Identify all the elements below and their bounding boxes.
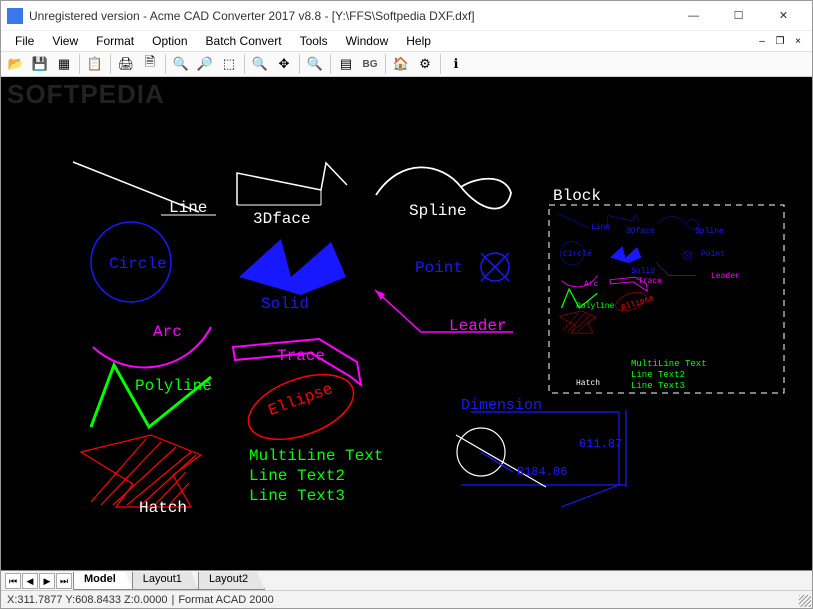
tab-nav-last[interactable]: ⏭ [56, 573, 72, 589]
menu-format[interactable]: Format [88, 33, 142, 49]
mini-label-mtext2: Line Text2 [631, 370, 685, 380]
magnifier-button[interactable]: 🔍 [304, 53, 326, 75]
status-format: Format ACAD 2000 [178, 594, 273, 606]
mini-label-solid: Solid [631, 267, 655, 276]
label-dimension: Dimension [461, 397, 542, 414]
label-hatch: Hatch [139, 499, 187, 517]
label-trace: Trace [277, 347, 325, 365]
mini-label-leader: Leader [711, 272, 740, 281]
label-dim-value: 611.87 [579, 437, 622, 451]
mini-label-mtext1: MultiLine Text [631, 359, 707, 369]
doc-close-button[interactable]: × [790, 34, 806, 48]
mini-label-polyline: Polyline [576, 302, 614, 311]
sheet-tab-bar: ⏮ ◀ ▶ ⏭ Model Layout1 Layout2 [1, 570, 812, 590]
menu-batch-convert[interactable]: Batch Convert [198, 33, 290, 49]
mini-label-circle: Circle [563, 250, 592, 259]
menu-window[interactable]: Window [338, 33, 397, 49]
label-mtext3: Line Text3 [249, 487, 345, 505]
label-line: Line [169, 199, 207, 217]
info-button[interactable]: ℹ [445, 53, 467, 75]
save-button[interactable]: 💾 [29, 53, 51, 75]
copy-button[interactable]: 📋 [84, 53, 106, 75]
mini-label-line: Line [591, 223, 610, 232]
zoom-window-button[interactable]: ⬚ [218, 53, 240, 75]
close-button[interactable]: ✕ [761, 2, 806, 30]
label-block: Block [553, 187, 601, 205]
label-dim-radius: R184.06 [517, 465, 567, 479]
mini-label-trace: Trace [638, 277, 662, 286]
label-circle: Circle [109, 255, 167, 273]
titlebar: Unregistered version - Acme CAD Converte… [1, 1, 812, 31]
batch-button[interactable]: ▦ [53, 53, 75, 75]
tab-nav-prev[interactable]: ◀ [22, 573, 38, 589]
doc-restore-button[interactable]: ❐ [772, 34, 788, 48]
mini-label-arc: Arc [584, 280, 598, 289]
mini-label-mtext3: Line Text3 [631, 381, 685, 391]
zoom-out-button[interactable]: 🔎 [194, 53, 216, 75]
pan-button[interactable]: ✥ [273, 53, 295, 75]
mini-label-point: Point [701, 250, 725, 259]
tab-layout2[interactable]: Layout2 [198, 572, 265, 590]
tab-nav-next[interactable]: ▶ [39, 573, 55, 589]
tab-nav-first[interactable]: ⏮ [5, 573, 21, 589]
zoom-extents-button[interactable]: 🔍 [249, 53, 271, 75]
tab-model[interactable]: Model [73, 572, 133, 590]
menu-help[interactable]: Help [398, 33, 439, 49]
mini-label-hatch: Hatch [576, 379, 600, 388]
status-bar: X:311.7877 Y:608.8433 Z:0.0000 | Format … [1, 590, 812, 608]
label-mtext2: Line Text2 [249, 467, 345, 485]
menu-tools[interactable]: Tools [292, 33, 336, 49]
menubar: File View Format Option Batch Convert To… [1, 31, 812, 51]
tab-layout1[interactable]: Layout1 [132, 572, 199, 590]
doc-minimize-button[interactable]: – [754, 34, 770, 48]
label-mtext1: MultiLine Text [249, 447, 383, 465]
label-3dface: 3Dface [253, 210, 311, 228]
label-leader: Leader [449, 317, 507, 335]
home-button[interactable]: 🏠 [390, 53, 412, 75]
label-point: Point [415, 259, 463, 277]
drawing-canvas[interactable]: SOFTPEDIA [1, 77, 812, 570]
label-spline: Spline [409, 202, 467, 220]
maximize-button[interactable]: ☐ [716, 2, 761, 30]
window-title: Unregistered version - Acme CAD Converte… [29, 9, 671, 23]
mini-label-spline: Spline [695, 227, 724, 236]
menu-view[interactable]: View [44, 33, 86, 49]
print-preview-button[interactable]: 🗎 [139, 53, 161, 75]
menu-file[interactable]: File [7, 33, 42, 49]
app-icon [7, 8, 23, 24]
zoom-in-button[interactable]: 🔍 [170, 53, 192, 75]
status-coords: X:311.7877 Y:608.8433 Z:0.0000 [7, 594, 167, 606]
label-polyline: Polyline [135, 377, 212, 395]
resize-grip[interactable] [799, 595, 811, 607]
open-button[interactable]: 📂 [5, 53, 27, 75]
background-button[interactable]: BG [359, 53, 381, 75]
mini-label-3dface: 3Dface [626, 227, 655, 236]
menu-option[interactable]: Option [144, 33, 195, 49]
print-button[interactable]: 🖨 [115, 53, 137, 75]
minimize-button[interactable]: — [671, 2, 716, 30]
label-arc: Arc [153, 323, 182, 341]
layers-button[interactable]: ▤ [335, 53, 357, 75]
settings-button[interactable]: ⚙ [414, 53, 436, 75]
cad-drawing [1, 77, 812, 570]
toolbar: 📂 💾 ▦ 📋 🖨 🗎 🔍 🔎 ⬚ 🔍 ✥ 🔍 ▤ BG 🏠 ⚙ ℹ [1, 51, 812, 77]
label-solid: Solid [261, 295, 309, 313]
